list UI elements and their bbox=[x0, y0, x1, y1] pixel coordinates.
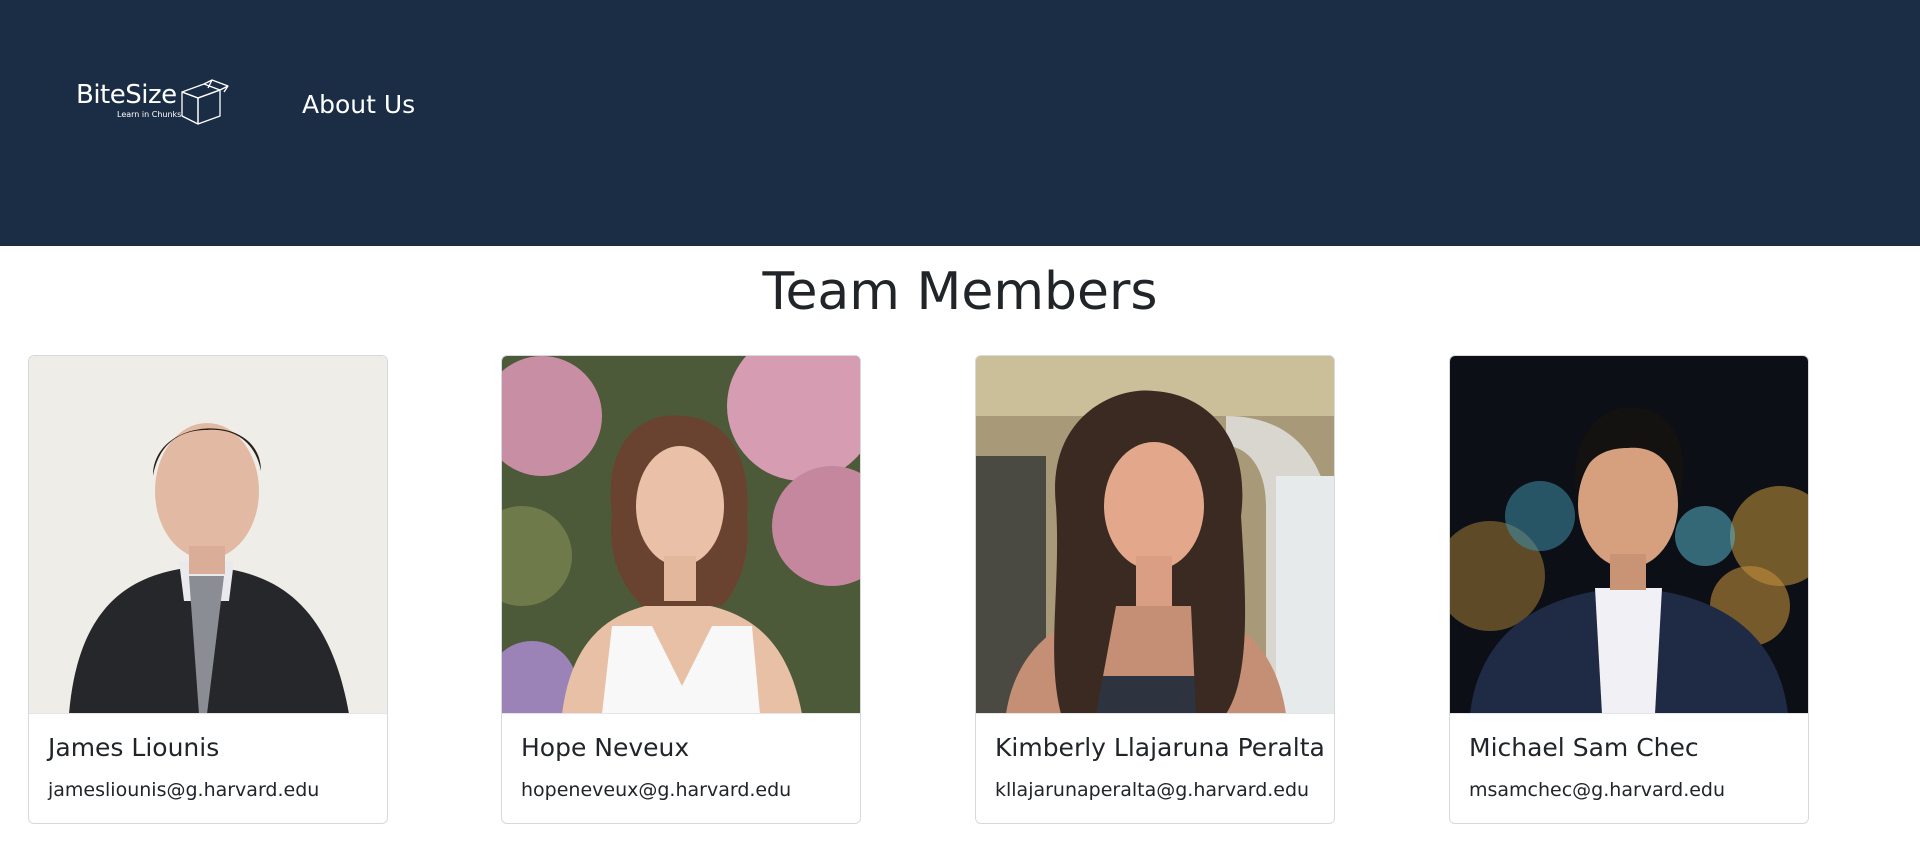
member-photo bbox=[502, 356, 860, 714]
cube-icon bbox=[181, 79, 229, 125]
portrait-photo bbox=[502, 356, 860, 713]
portrait-photo bbox=[976, 356, 1334, 713]
member-name: Michael Sam Chec bbox=[1469, 733, 1699, 762]
member-email[interactable]: jamesliounis@g.harvard.edu bbox=[48, 778, 319, 802]
brand-tagline: Learn in Chunks bbox=[117, 110, 182, 119]
member-email[interactable]: msamchec@g.harvard.edu bbox=[1469, 778, 1725, 802]
member-photo bbox=[29, 356, 387, 714]
member-email[interactable]: kllajarunaperalta@g.harvard.edu bbox=[995, 778, 1309, 802]
portrait-photo bbox=[1450, 356, 1808, 713]
team-member-card: Michael Sam Chec msamchec@g.harvard.edu bbox=[1449, 355, 1809, 824]
member-name: Kimberly Llajaruna Peralta bbox=[995, 733, 1325, 762]
member-name: James Liounis bbox=[48, 733, 220, 762]
member-photo bbox=[976, 356, 1334, 714]
member-name: Hope Neveux bbox=[521, 733, 690, 762]
top-navbar: BiteSize Learn in Chunks About Us bbox=[0, 0, 1920, 246]
brand-name: BiteSize bbox=[76, 80, 177, 110]
portrait-photo bbox=[29, 356, 387, 713]
member-email[interactable]: hopeneveux@g.harvard.edu bbox=[521, 778, 791, 802]
nav-link-about-us[interactable]: About Us bbox=[302, 90, 415, 120]
team-member-card: Kimberly Llajaruna Peralta kllajarunaper… bbox=[975, 355, 1335, 824]
member-photo bbox=[1450, 356, 1808, 714]
team-member-card: Hope Neveux hopeneveux@g.harvard.edu bbox=[501, 355, 861, 824]
page-title: Team Members bbox=[762, 262, 1158, 322]
brand-logo[interactable]: BiteSize Learn in Chunks bbox=[74, 78, 234, 130]
team-member-card: James Liounis jamesliounis@g.harvard.edu bbox=[28, 355, 388, 824]
